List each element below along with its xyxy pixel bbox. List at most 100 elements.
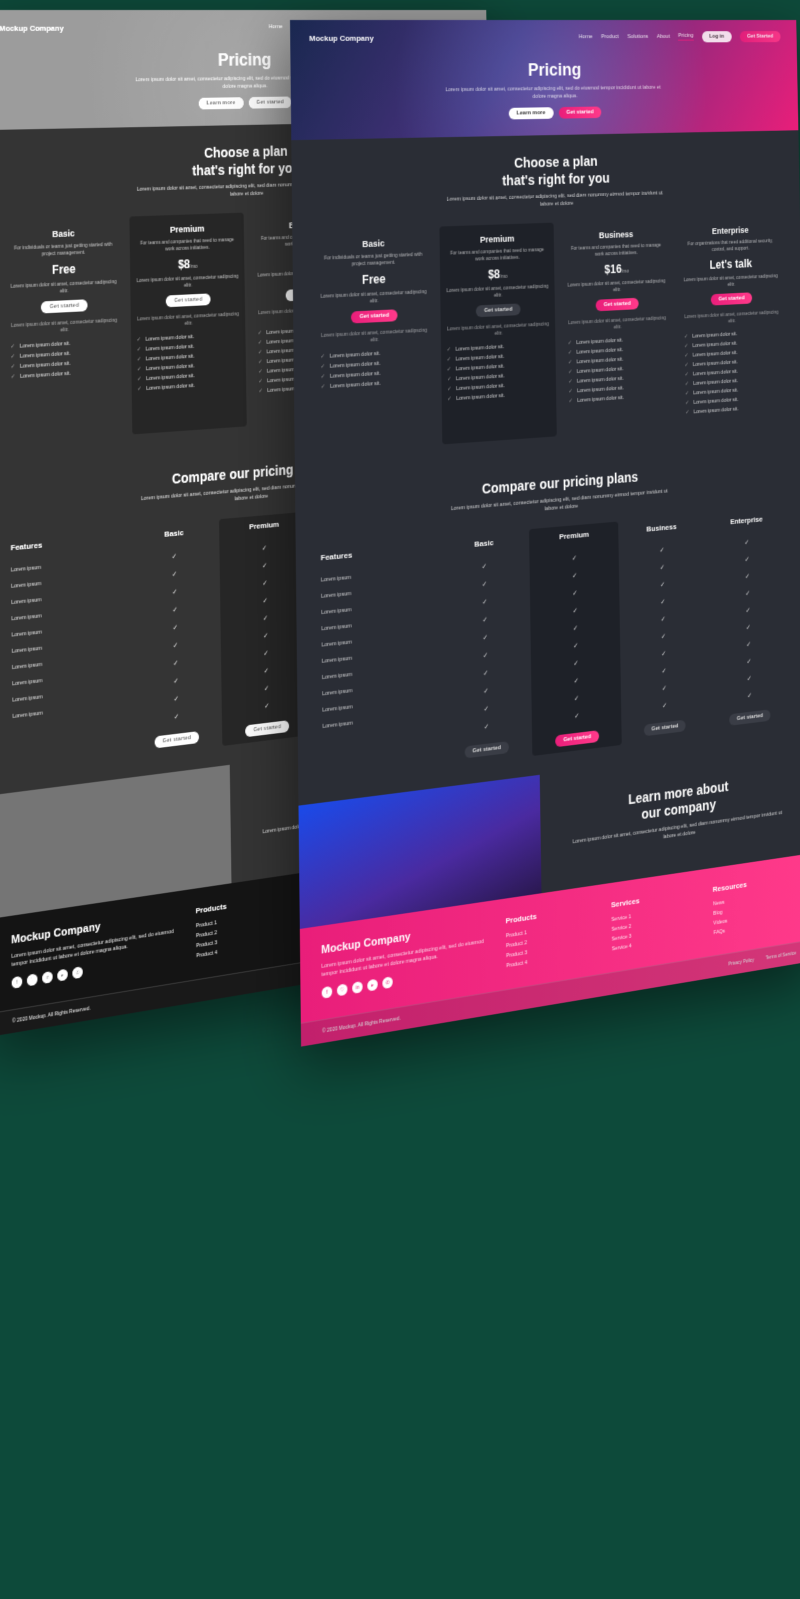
compare-column: Business ✓✓✓✓✓✓✓✓✓✓ Get started [618, 514, 708, 745]
compare-column-header: Basic [441, 535, 525, 551]
nav-link[interactable]: Home [269, 24, 283, 30]
plan-feature-list: Lorem ipsum dolor sit.Lorem ipsum dolor … [684, 327, 781, 417]
learn-more-button[interactable]: Learn more [509, 107, 554, 119]
plan-feature-intro: Lorem ipsum dolor sit amet, consectetur … [684, 309, 780, 327]
plan-cta-button[interactable]: Get started [351, 309, 397, 323]
plan-desc: For teams and companies that need to man… [135, 236, 239, 254]
plan-name: Basic [319, 236, 427, 250]
plan-price: Let's talk [683, 255, 779, 272]
compare-column-header: Premium [533, 527, 615, 543]
plan-feature-intro: Lorem ipsum dolor sit amet, consectetur … [320, 327, 428, 347]
compare-cta-button[interactable]: Get started [555, 730, 599, 747]
plan-card: Premium For teams and companies that nee… [129, 212, 246, 434]
hero-cta-button[interactable]: Get started [558, 106, 601, 118]
hero-section: Mockup Company Home Product Solutions About… [290, 20, 798, 140]
plan-feature-intro: Lorem ipsum dolor sit amet, consectetur … [136, 311, 240, 330]
plan-cta-button[interactable]: Get started [476, 303, 521, 317]
youtube-icon[interactable]: ▸ [57, 969, 68, 982]
plan-note: Lorem ipsum dolor sit amet, consectetur … [567, 278, 667, 296]
plan-price: $16/mo [566, 260, 666, 278]
plan-feature-list: Lorem ipsum dolor sit.Lorem ipsum dolor … [320, 346, 428, 392]
compare-cta-button[interactable]: Get started [245, 720, 289, 737]
compare-cta-button[interactable]: Get started [154, 731, 199, 748]
plan-feature-list: Lorem ipsum dolor sit.Lorem ipsum dolor … [10, 336, 118, 382]
phone-icon[interactable]: ✆ [382, 976, 392, 989]
plan-note: Lorem ipsum dolor sit amet, consectetur … [320, 289, 428, 308]
compare-cta-button[interactable]: Get started [464, 741, 509, 758]
plan-name: Business [566, 228, 666, 241]
legal-link[interactable]: Privacy Policy [728, 957, 754, 967]
plan-feature-list: Lorem ipsum dolor sit.Lorem ipsum dolor … [568, 333, 669, 406]
footer-column: Services Service 1Service 2Service 3Serv… [611, 887, 697, 954]
plan-desc: For individuals or teams just getting st… [9, 241, 117, 259]
login-button[interactable]: Log in [702, 31, 732, 42]
plan-price: Free [319, 270, 427, 289]
footer-column: Products Product 1Product 2Product 3Prod… [195, 893, 284, 961]
nav-link[interactable]: Solutions [627, 34, 648, 40]
facebook-icon[interactable]: f [322, 986, 333, 999]
plan-price: $8/mo [445, 265, 549, 283]
page: Mockup Company Home Product Solutions About… [290, 20, 800, 1046]
plan-note: Lorem ipsum dolor sit amet, consectetur … [683, 273, 779, 290]
plan-note: Lorem ipsum dolor sit amet, consectetur … [446, 283, 550, 301]
nav-link[interactable]: About [657, 34, 670, 40]
plan-cta-button[interactable]: Get started [711, 292, 752, 305]
plan-price: Free [9, 260, 117, 279]
compare-column: Enterprise ✓✓✓✓✓✓✓✓✓✓ Get started [704, 506, 792, 733]
plan-name: Premium [135, 222, 239, 236]
compare-cta-button[interactable]: Get started [729, 709, 770, 725]
plan-card: Basic For individuals or teams just gett… [3, 216, 125, 443]
features-column: FeaturesLorem ipsumLorem ipsumLorem ipsu… [317, 537, 441, 782]
compare-column-header: Business [622, 520, 702, 536]
phone-icon[interactable]: ✆ [72, 966, 82, 979]
plan-card: Enterprise For organizations that need a… [677, 214, 786, 427]
legal-link[interactable]: Terms of Service [766, 950, 797, 961]
twitter-icon[interactable]: ♡ [27, 973, 38, 986]
footer-column: Resources NewsBlogVideosFAQs [713, 872, 796, 937]
plan-desc: For teams and companies that need to man… [566, 242, 666, 259]
plan-name: Enterprise [682, 224, 778, 237]
linkedin-icon[interactable]: in [352, 981, 363, 994]
nav-link[interactable]: Home [579, 34, 593, 40]
plan-price: $8/mo [135, 255, 239, 273]
compare-column-header: Enterprise [708, 512, 785, 527]
linkedin-icon[interactable]: in [42, 971, 53, 984]
plan-cta-button[interactable]: Get started [166, 293, 211, 307]
plan-feature-intro: Lorem ipsum dolor sit amet, consectetur … [567, 315, 667, 334]
plan-card: Business For teams and companies that ne… [561, 218, 674, 435]
nav-link[interactable]: Product [601, 34, 619, 40]
plan-note: Lorem ipsum dolor sit amet, consectetur … [10, 279, 118, 298]
youtube-icon[interactable]: ▸ [367, 979, 378, 992]
hero-cta-button[interactable]: Get started [248, 96, 291, 108]
plan-card: Premium For teams and companies that nee… [439, 222, 556, 444]
compare-cta-button[interactable]: Get started [644, 719, 686, 736]
copyright: © 2020 Mockup. All Rights Reserved. [322, 1015, 401, 1034]
get-started-button[interactable]: Get Started [740, 31, 781, 42]
plan-note: Lorem ipsum dolor sit amet, consectetur … [136, 273, 240, 291]
plan-feature-list: Lorem ipsum dolor sit.Lorem ipsum dolor … [136, 329, 240, 394]
logo[interactable]: Mockup Company [0, 23, 64, 32]
twitter-icon[interactable]: ♡ [337, 983, 348, 996]
plan-cta-button[interactable]: Get started [596, 297, 639, 311]
plans-section: Choose a planthat's right for you Lorem … [291, 130, 800, 474]
learn-more-button[interactable]: Learn more [199, 97, 244, 109]
plan-desc: For organizations that need additional s… [682, 238, 778, 255]
compare-column-header: Basic [131, 525, 215, 541]
nav-links: HomeProductSolutionsAboutPricing Log in … [579, 31, 781, 43]
plan-feature-intro: Lorem ipsum dolor sit amet, consectetur … [446, 321, 550, 340]
compare-column: Premium ✓✓✓✓✓✓✓✓✓✓ Get started [529, 521, 621, 755]
nav-link[interactable]: Pricing [678, 33, 693, 41]
copyright: © 2020 Mockup. All Rights Reserved. [12, 1005, 91, 1024]
facebook-icon[interactable]: f [12, 976, 23, 989]
plan-feature-list: Lorem ipsum dolor sit.Lorem ipsum dolor … [446, 339, 550, 404]
plan-desc: For teams and companies that need to man… [445, 246, 549, 264]
logo[interactable]: Mockup Company [309, 33, 374, 42]
features-header: Features [321, 543, 435, 562]
plan-cta-button[interactable]: Get started [41, 299, 87, 313]
plan-card: Basic For individuals or teams just gett… [313, 226, 435, 453]
hero-subtitle: Lorem ipsum dolor sit amet, consectetur … [439, 84, 666, 103]
page-title: Pricing [309, 59, 781, 83]
compare-column-header: Premium [223, 517, 305, 533]
footer-column: Products Product 1Product 2Product 3Prod… [505, 903, 594, 971]
compare-column: Basic ✓✓✓✓✓✓✓✓✓✓ Get started [438, 529, 533, 767]
